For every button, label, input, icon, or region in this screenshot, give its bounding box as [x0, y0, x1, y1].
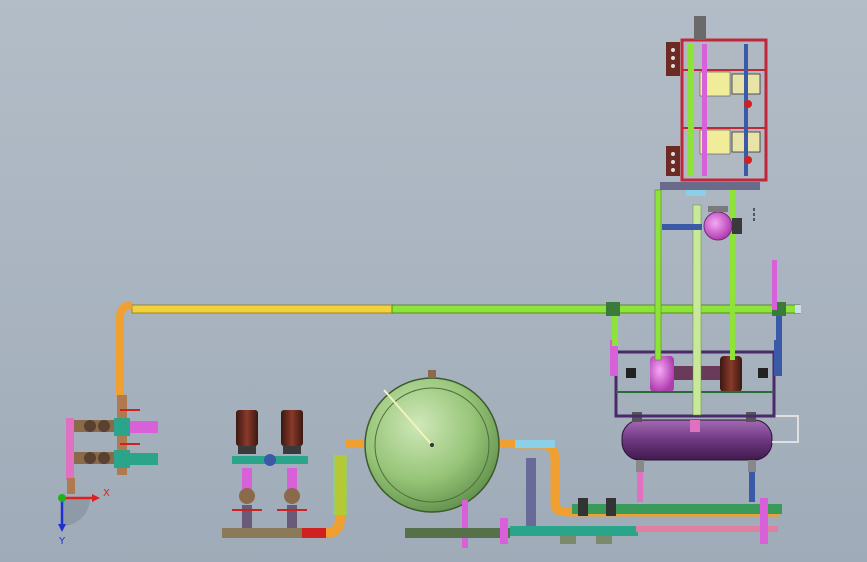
valve-manifold-left[interactable] [66, 395, 158, 494]
y-axis-label: Y [58, 536, 66, 547]
cad-viewport[interactable]: X Y [0, 0, 867, 562]
spherical-tank[interactable] [346, 370, 518, 548]
triad-origin [58, 494, 66, 502]
assembly-drawing: X Y [58, 16, 801, 548]
coordinate-triad: X Y [58, 488, 110, 547]
control-frame[interactable] [660, 16, 768, 190]
small-pump[interactable] [703, 206, 755, 241]
pump-pair[interactable] [222, 410, 347, 538]
x-axis-label: X [103, 488, 110, 499]
horizontal-tank[interactable] [621, 412, 799, 502]
